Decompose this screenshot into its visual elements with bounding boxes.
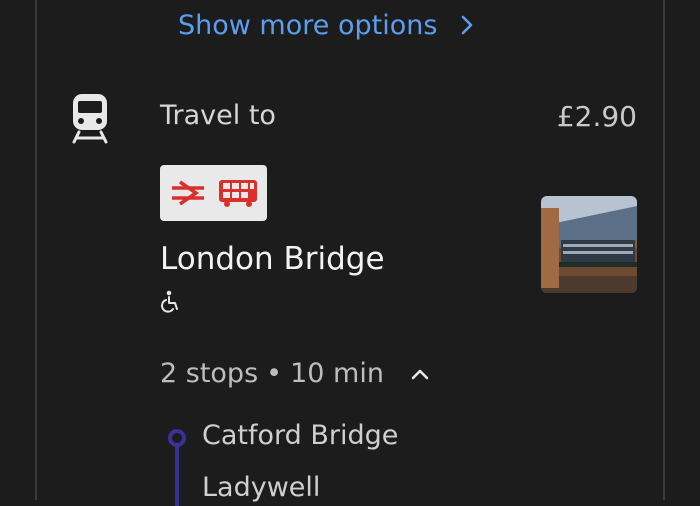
intermediate-stop: Catford Bridge [202, 420, 399, 451]
national-rail-icon [171, 180, 204, 206]
card-border-right [663, 0, 665, 500]
transport-mode-badge [160, 165, 267, 221]
intermediate-stop: Ladywell [202, 472, 321, 503]
stops-summary-toggle[interactable]: 2 stops • 10 min [160, 358, 432, 389]
destination-station-name: London Bridge [160, 241, 385, 277]
summary-separator: • [266, 358, 283, 389]
bus-icon [218, 180, 257, 207]
stops-count: 2 stops [160, 358, 259, 389]
travel-to-label: Travel to [160, 100, 276, 131]
station-photo-image [541, 196, 637, 293]
route-stop-node [168, 429, 186, 447]
card-border-left [35, 0, 37, 500]
chevron-up-icon[interactable] [408, 362, 432, 386]
show-more-options-label: Show more options [178, 9, 438, 41]
show-more-options-button[interactable]: Show more options [178, 5, 479, 45]
trip-duration: 10 min [290, 358, 384, 389]
train-icon [72, 94, 108, 144]
station-photo[interactable] [541, 196, 637, 293]
fare-price: £2.90 [556, 100, 637, 133]
chevron-right-icon [462, 15, 473, 35]
wheelchair-accessible-icon [161, 290, 178, 313]
